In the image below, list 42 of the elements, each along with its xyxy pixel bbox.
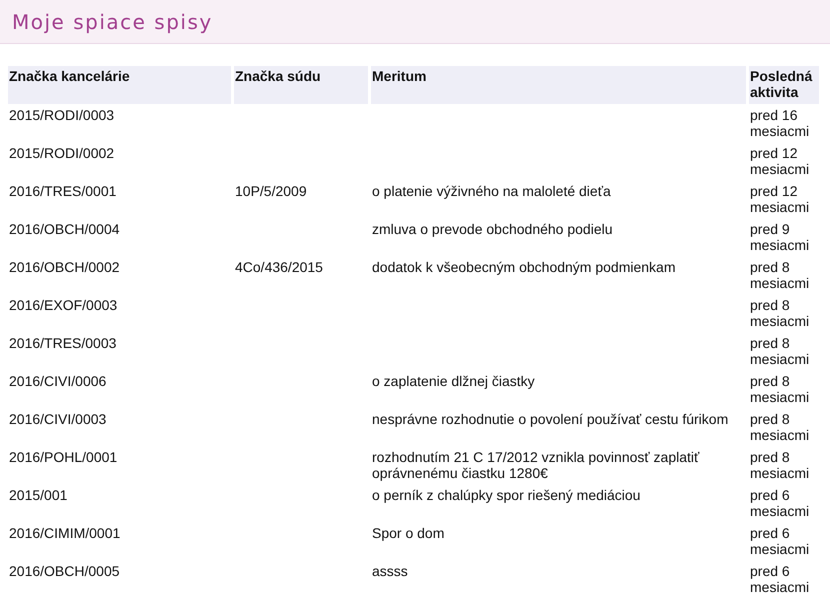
column-header[interactable]: Meritum (371, 66, 749, 104)
table-cell: pred 6 mesiacmi (750, 487, 810, 519)
table-cell: pred 8 mesiacmi (750, 411, 810, 443)
table-cell: o platenie výživného na maloleté dieťa (372, 183, 611, 199)
table-cell: 2016/OBCH/0002 (9, 259, 120, 275)
table-cell: 2016/EXOF/0003 (9, 297, 118, 313)
table-cell: zmluva o prevode obchodného podielu (372, 221, 613, 237)
column-header[interactable]: Posledná aktivita (749, 66, 822, 104)
table-cell: 2016/CIVI/0003 (9, 411, 106, 427)
page-title: Moje spiace spisy (12, 10, 213, 34)
table-cell: assss (372, 563, 408, 579)
table-cell: 10P/5/2009 (235, 183, 307, 199)
table-cell: pred 6 mesiacmi (750, 563, 810, 595)
table-cell: rozhodnutím 21 C 17/2012 vznikla povinnosť zaplatiť oprávnenému čiastku 1280€ (372, 449, 700, 481)
table-cell: pred 12 mesiacmi (750, 183, 810, 215)
table-cell: 4Co/436/2015 (235, 259, 323, 275)
table-cell: pred 9 mesiacmi (750, 221, 810, 253)
table-cell: pred 6 mesiacmi (750, 525, 810, 557)
table-cell: pred 8 mesiacmi (750, 373, 810, 405)
table-cell: pred 8 mesiacmi (750, 449, 810, 481)
table-cell: pred 8 mesiacmi (750, 259, 810, 291)
table-cell: o zaplatenie dlžnej čiastky (372, 373, 535, 389)
table-cell: 2015/RODI/0002 (9, 145, 114, 161)
table-cell: nesprávne rozhodnutie o povolení používať cestu fúrikom (372, 411, 728, 427)
table-cell: 2016/OBCH/0004 (9, 221, 120, 237)
table-cell: pred 8 mesiacmi (750, 335, 810, 367)
table-cell: 2016/POHL/0001 (9, 449, 118, 465)
table-cell: 2015/001 (9, 487, 68, 503)
table-cell: 2015/RODI/0003 (9, 107, 114, 123)
column-header[interactable]: Značka súdu (234, 66, 371, 104)
table-cell: Spor o dom (372, 525, 444, 541)
table-cell: 2016/TRES/0001 (9, 183, 116, 199)
table-cell: 2016/TRES/0003 (9, 335, 116, 351)
table-cell: o perník z chalúpky spor riešený mediáciou (372, 487, 640, 503)
table-cell: pred 8 mesiacmi (750, 297, 810, 329)
table-cell: 2016/OBCH/0005 (9, 563, 120, 579)
table-cell: pred 16 mesiacmi (750, 107, 810, 139)
table-cell: pred 12 mesiacmi (750, 145, 810, 177)
table-cell: 2016/CIMIM/0001 (9, 525, 120, 541)
table-cell: 2016/CIVI/0006 (9, 373, 106, 389)
table-cell: dodatok k všeobecným obchodným podmienkam (372, 259, 676, 275)
column-header[interactable]: Značka kancelárie (8, 66, 234, 104)
